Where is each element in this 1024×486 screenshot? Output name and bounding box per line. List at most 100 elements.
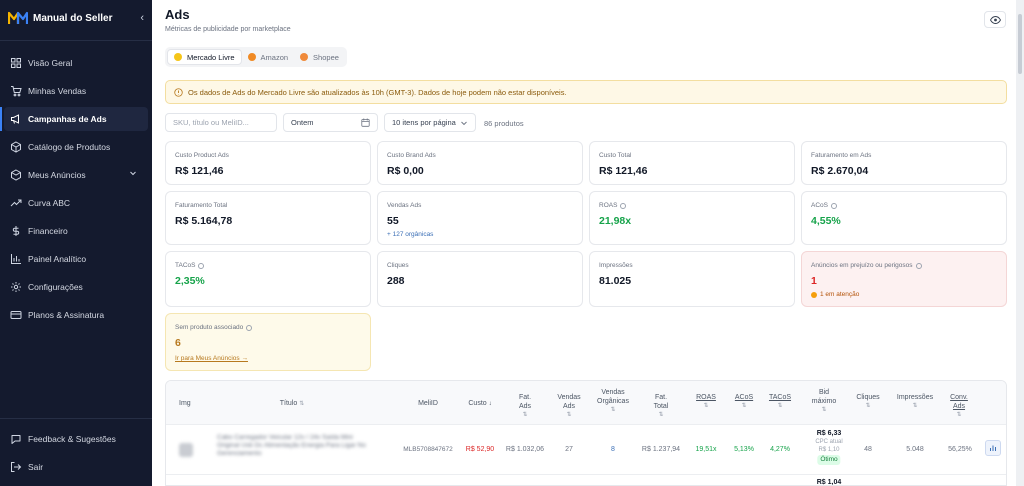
- metric-value: 288: [387, 275, 405, 287]
- sidebar-item-configuracoes[interactable]: Configurações: [4, 275, 148, 299]
- col-titulo[interactable]: Título ⇅: [280, 399, 305, 409]
- sidebar-item-label: Meus Anúncios: [28, 170, 86, 180]
- metric-value: 1: [811, 275, 817, 287]
- sidebar-item-visao-geral[interactable]: Visão Geral: [4, 51, 148, 75]
- metric-faturamento-total: Faturamento Total R$ 5.164,78: [165, 191, 371, 245]
- metric-value: R$ 5.164,78: [175, 215, 233, 227]
- sidebar-item-campanhas-ads[interactable]: Campanhas de Ads: [0, 107, 148, 131]
- toggle-visibility-button[interactable]: [984, 11, 1006, 28]
- sidebar-item-financeiro[interactable]: Financeiro: [4, 219, 148, 243]
- search-input[interactable]: SKU, título ou MeliID...: [165, 113, 277, 132]
- row-chart-button[interactable]: [985, 440, 1001, 456]
- col-label: Conv. Ads: [950, 394, 968, 410]
- scrollbar-thumb[interactable]: [1018, 14, 1022, 74]
- table-row[interactable]: R$ 1,04: [166, 476, 1006, 485]
- impressoes-cell: 5.048: [906, 446, 924, 453]
- sidebar-item-planos[interactable]: Planos & Assinatura: [4, 303, 148, 327]
- sort-icon: ⇅: [821, 407, 827, 413]
- col-fat-total[interactable]: Fat. Total ⇅: [648, 393, 674, 420]
- sidebar-item-minhas-vendas[interactable]: Minhas Vendas: [4, 79, 148, 103]
- metric-label: Cliques: [387, 262, 409, 269]
- per-page-select[interactable]: 10 itens por página: [384, 113, 476, 132]
- info-icon[interactable]: [198, 262, 205, 269]
- feedback-link[interactable]: Feedback & Sugestões: [4, 427, 148, 451]
- go-to-listings-link[interactable]: Ir para Meus Anúncios →: [175, 355, 361, 362]
- calendar-icon: [361, 118, 370, 127]
- metric-label-row: ACoS: [811, 202, 997, 209]
- bid-cell: R$ 6,33 CPC atual R$ 1,10 Ótimo: [815, 430, 843, 465]
- col-acos[interactable]: ACoS ⇅: [735, 393, 753, 411]
- sidebar-item-catalogo[interactable]: Catálogo de Produtos: [4, 135, 148, 159]
- warning-dot-icon: [811, 291, 817, 298]
- brand-name: Manual do Seller: [33, 12, 113, 24]
- sidebar-item-label: Campanhas de Ads: [28, 114, 107, 124]
- metric-vendas-ads: Vendas Ads 55 + 127 orgânicas: [377, 191, 583, 245]
- sidebar-item-painel-analitico[interactable]: Painel Analítico: [4, 247, 148, 271]
- metric-sem-produto: Sem produto associado 6 Ir para Meus Anú…: [165, 313, 371, 371]
- metric-custo-total: Custo Total R$ 121,46: [589, 141, 795, 185]
- trend-icon: [10, 199, 22, 207]
- tab-amazon[interactable]: Amazon: [242, 49, 295, 65]
- metric-anuncios-prejuizo[interactable]: Anúncios em prejuízo ou perigosos 1 1 em…: [801, 251, 1007, 307]
- chevron-down-icon[interactable]: [128, 168, 138, 178]
- product-thumbnail: [179, 443, 193, 457]
- col-vendas-organicas[interactable]: Vendas Orgânicas ⇅: [593, 388, 633, 415]
- fat-ads-cell: R$ 1.032,06: [505, 446, 545, 453]
- metric-sub: + 127 orgânicas: [387, 231, 434, 238]
- tab-mercado-livre[interactable]: Mercado Livre: [167, 49, 242, 65]
- col-conv-ads[interactable]: Conv. Ads ⇅: [947, 393, 971, 420]
- metric-label: TACoS: [175, 262, 196, 269]
- product-title[interactable]: Cabo Carregador Veicular 12v / 24v Saída…: [217, 434, 367, 458]
- metric-label: Vendas Ads: [387, 202, 422, 209]
- sidebar-item-meus-anuncios[interactable]: Meus Anúncios: [4, 163, 148, 187]
- marketplace-tabs: Mercado Livre Amazon Shopee: [165, 47, 347, 67]
- col-roas[interactable]: ROAS ⇅: [696, 393, 716, 411]
- tab-label: Mercado Livre: [187, 52, 235, 62]
- sidebar-item-label: Catálogo de Produtos: [28, 142, 111, 152]
- col-fat-ads[interactable]: Fat. Ads ⇅: [513, 393, 537, 420]
- metric-custo-brand-ads: Custo Brand Ads R$ 0,00: [377, 141, 583, 185]
- col-label: Fat. Ads: [518, 394, 532, 410]
- info-icon[interactable]: [830, 202, 837, 209]
- page-scrollbar[interactable]: [1016, 0, 1024, 486]
- metric-cliques: Cliques 288: [377, 251, 583, 307]
- col-meliid: MeliID: [418, 400, 438, 407]
- date-picker[interactable]: Ontem: [283, 113, 378, 132]
- brand[interactable]: Manual do Seller ‹: [0, 0, 152, 36]
- metric-label: Custo Total: [599, 152, 632, 159]
- sidebar-item-label: Curva ABC: [28, 198, 71, 208]
- col-tacos[interactable]: TACoS ⇅: [769, 393, 791, 411]
- metric-custo-product-ads: Custo Product Ads R$ 121,46: [165, 141, 371, 185]
- col-bid-maximo[interactable]: Bid máximo ⇅: [808, 388, 840, 415]
- metric-roas: ROAS 21,98x: [589, 191, 795, 245]
- info-icon[interactable]: [620, 202, 627, 209]
- metric-value: R$ 0,00: [387, 165, 424, 177]
- col-vendas-ads[interactable]: Vendas Ads ⇅: [555, 393, 583, 420]
- sort-icon: ⇅: [777, 403, 783, 409]
- bar-chart-icon: [11, 254, 21, 264]
- sort-icon: ⇅: [912, 403, 918, 409]
- col-cliques[interactable]: Cliques ⇅: [856, 393, 879, 411]
- cart-icon: [11, 86, 22, 97]
- metric-value: R$ 121,46: [599, 165, 648, 177]
- shopee-icon: [300, 53, 309, 61]
- logout-link[interactable]: Sair: [4, 455, 148, 479]
- collapse-sidebar-icon[interactable]: ‹: [140, 12, 144, 24]
- info-icon[interactable]: [915, 262, 922, 269]
- attention-note: 1 em atenção: [811, 291, 997, 298]
- table-row[interactable]: Cabo Carregador Veicular 12v / 24v Saída…: [166, 425, 1006, 475]
- metric-label-row: ROAS: [599, 202, 785, 209]
- divider: [0, 418, 152, 419]
- sidebar: Manual do Seller ‹ Visão Geral Minhas Ve…: [0, 0, 152, 486]
- metric-label: ROAS: [599, 202, 618, 209]
- col-impressoes[interactable]: Impressões ⇅: [897, 393, 933, 411]
- box-icon: [11, 141, 21, 153]
- gear-icon: [11, 282, 21, 292]
- tab-shopee[interactable]: Shopee: [294, 49, 345, 65]
- metric-label: Faturamento em Ads: [811, 152, 872, 159]
- col-custo[interactable]: Custo ↓: [468, 399, 491, 409]
- bid-value: R$ 6,33: [816, 430, 842, 437]
- sidebar-item-curva-abc[interactable]: Curva ABC: [4, 191, 148, 215]
- col-label: TACoS: [768, 394, 792, 401]
- info-icon[interactable]: [246, 324, 253, 331]
